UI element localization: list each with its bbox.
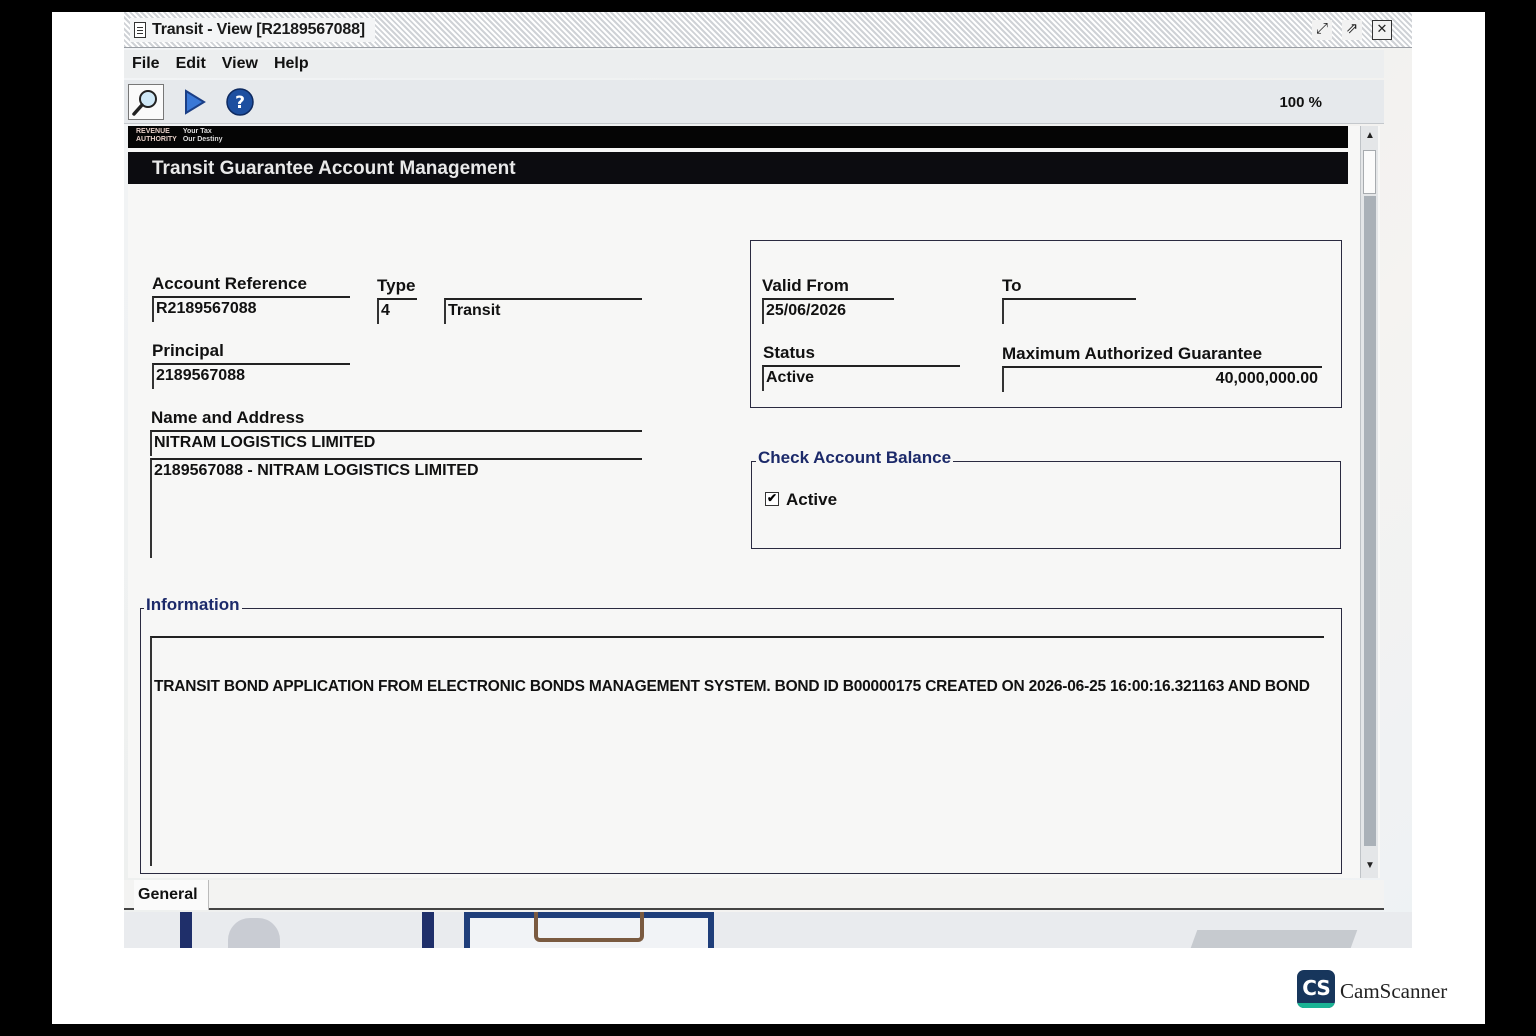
status-field[interactable]: Active	[762, 365, 960, 391]
camscanner-watermark: CamScanner	[1340, 979, 1448, 1003]
information-legend: Information	[144, 595, 242, 615]
document-icon	[134, 22, 146, 38]
menu-view[interactable]: View	[222, 55, 258, 73]
desktop-background	[124, 912, 1412, 948]
camscanner-logo: CS	[1297, 970, 1335, 1008]
name-field[interactable]: NITRAM LOGISTICS LIMITED	[150, 430, 642, 456]
balance-group	[751, 461, 1341, 549]
application-window: Transit - View [R2189567088] ⤢ ⇗ ✕ File …	[124, 12, 1412, 948]
principal-label: Principal	[152, 341, 224, 360]
name-address-label: Name and Address	[151, 408, 305, 427]
status-label: Status	[763, 343, 815, 362]
search-button[interactable]	[128, 84, 164, 120]
max-guarantee-label: Maximum Authorized Guarantee	[1002, 344, 1263, 363]
principal-field[interactable]: 2189567088	[152, 363, 350, 389]
account-reference-field[interactable]: R2189567088	[152, 296, 350, 322]
run-button[interactable]	[176, 84, 212, 120]
max-guarantee-field[interactable]: 40,000,000.00	[1002, 366, 1322, 392]
user-silhouette	[228, 918, 280, 948]
information-textarea[interactable]	[150, 636, 1324, 866]
scroll-thumb[interactable]	[1363, 150, 1376, 194]
address-area[interactable]: 2189567088 - NITRAM LOGISTICS LIMITED	[150, 458, 642, 558]
menu-bar: File Edit View Help	[124, 50, 1384, 78]
active-checkbox-label: Active	[786, 490, 838, 509]
desktop-shape	[180, 912, 192, 948]
scroll-down-icon[interactable]: ▼	[1361, 860, 1379, 876]
menu-help[interactable]: Help	[274, 55, 309, 73]
type-label: Type	[377, 276, 416, 295]
desktop-shape	[422, 912, 434, 948]
play-arrow-icon	[185, 89, 206, 115]
to-label: To	[1002, 276, 1022, 295]
active-checkbox[interactable]: ✔	[765, 492, 779, 506]
magnifier-icon	[132, 90, 157, 116]
account-reference-label: Account Reference	[152, 274, 307, 293]
menu-file[interactable]: File	[132, 55, 160, 73]
valid-from-field[interactable]: 25/06/2026	[762, 298, 894, 324]
title-wrap: Transit - View [R2189567088]	[130, 18, 375, 42]
type-name-field[interactable]: Transit	[444, 298, 642, 324]
zoom-level: 100 %	[1279, 94, 1322, 111]
restore-icon[interactable]: ⤢	[1312, 20, 1332, 40]
close-icon[interactable]: ✕	[1372, 20, 1392, 40]
to-field[interactable]	[1002, 298, 1136, 324]
vertical-scrollbar[interactable]: ▲ ▼	[1360, 126, 1378, 878]
logo-left-text: REVENUE AUTHORITY	[136, 128, 177, 143]
authority-logo: REVENUE AUTHORITY Your Tax Our Destiny	[136, 128, 223, 144]
scroll-track[interactable]	[1364, 196, 1376, 846]
valid-from-label: Valid From	[762, 276, 849, 295]
page-title: Transit Guarantee Account Management	[152, 158, 516, 179]
scroll-up-icon[interactable]: ▲	[1361, 130, 1379, 146]
tab-bar: General	[124, 880, 1384, 910]
help-button[interactable]: ?	[222, 84, 258, 120]
tab-general[interactable]: General	[134, 880, 209, 910]
logo-right-text: Your Tax Our Destiny	[182, 128, 223, 143]
clipboard-clip	[534, 912, 644, 942]
title-bar[interactable]: Transit - View [R2189567088] ⤢ ⇗ ✕	[124, 12, 1412, 48]
type-code-field[interactable]: 4	[377, 298, 417, 324]
menu-edit[interactable]: Edit	[176, 55, 206, 73]
section-header: Transit Guarantee Account Management	[128, 152, 1348, 184]
help-icon: ?	[226, 88, 254, 116]
authority-banner: REVENUE AUTHORITY Your Tax Our Destiny	[128, 126, 1348, 148]
desktop-shape	[1190, 930, 1358, 948]
toolbar: ? 100 %	[124, 80, 1384, 124]
maximize-icon[interactable]: ⇗	[1342, 20, 1362, 40]
window-title: Transit - View [R2189567088]	[152, 21, 365, 38]
camscanner-badge: CS	[1302, 976, 1330, 1000]
window-controls: ⤢ ⇗ ✕	[1312, 20, 1392, 40]
content-panel: REVENUE AUTHORITY Your Tax Our Destiny T…	[128, 126, 1380, 878]
balance-legend: Check Account Balance	[756, 448, 954, 468]
svg-text:?: ?	[235, 93, 245, 113]
information-text: TRANSIT BOND APPLICATION FROM ELECTRONIC…	[154, 678, 1310, 695]
